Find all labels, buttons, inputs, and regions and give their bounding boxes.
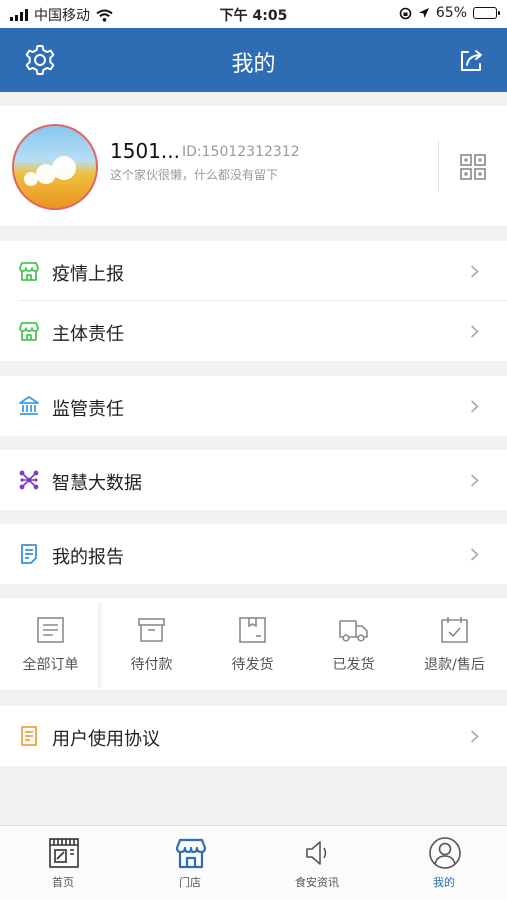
avatar-dandelion — [52, 156, 76, 180]
tab-bar: 首页 门店 食安资讯 我的 — [0, 825, 507, 900]
tab-label: 食安资讯 — [295, 876, 339, 889]
order-label: 已发货 — [332, 657, 375, 673]
orientation-lock-icon — [399, 7, 412, 19]
tab-label: 我的 — [433, 876, 455, 889]
battery-percent: 65% — [435, 5, 467, 21]
order-shipped[interactable]: 已发货 — [303, 598, 404, 690]
page-title: 我的 — [231, 52, 276, 77]
profile-id: ID:15012312312 — [182, 144, 300, 160]
avatar-dandelion — [24, 172, 38, 186]
menu-item-label: 主体责任 — [52, 324, 124, 345]
menu-item-supervision-responsibility[interactable]: 监管责任 — [0, 376, 507, 436]
tab-label: 首页 — [52, 876, 74, 889]
shop-awning-icon — [175, 838, 207, 869]
orders-strip: 全部订单 待付款 待发货 已发货 退款/售后 — [0, 598, 507, 690]
menu-item-epidemic-report[interactable]: 疫情上报 — [0, 241, 507, 301]
menu-item-big-data[interactable]: 智慧大数据 — [0, 450, 507, 510]
menu-item-subject-responsibility[interactable]: 主体责任 — [0, 301, 507, 361]
shop-icon — [19, 262, 39, 281]
tab-mine[interactable]: 我的 — [381, 826, 507, 900]
chevron-right-icon — [470, 325, 479, 338]
user-profile-icon — [429, 837, 461, 869]
order-label: 待发货 — [231, 657, 274, 673]
order-all[interactable]: 全部订单 — [0, 598, 101, 690]
order-label: 全部订单 — [22, 657, 79, 673]
order-pending-payment[interactable]: 待付款 — [101, 598, 202, 690]
qr-code-icon[interactable] — [459, 153, 487, 181]
status-bar: 中国移动 下午 4:05 65% — [0, 0, 507, 28]
order-refund-aftersale[interactable]: 退款/售后 — [404, 598, 505, 690]
chevron-right-icon — [470, 400, 479, 413]
chevron-right-icon — [470, 265, 479, 278]
profile-divider — [438, 140, 439, 192]
profile-card[interactable]: 1501... ID:15012312312 这个家伙很懒，什么都没有留下 — [0, 106, 507, 226]
chevron-right-icon — [470, 474, 479, 487]
agreement-document-icon — [21, 726, 37, 746]
package-icon — [239, 617, 266, 643]
order-label: 待付款 — [130, 657, 173, 673]
avatar[interactable] — [12, 124, 98, 210]
order-label: 退款/售后 — [424, 657, 485, 673]
profile-signature: 这个家伙很懒，什么都没有留下 — [110, 168, 279, 182]
government-building-icon — [19, 396, 39, 415]
tab-home[interactable]: 首页 — [0, 826, 126, 900]
chevron-right-icon — [470, 730, 479, 743]
tab-food-safety-news[interactable]: 食安资讯 — [254, 826, 380, 900]
profile-name: 1501... — [110, 139, 180, 163]
payment-box-icon — [138, 618, 165, 642]
menu-item-label: 我的报告 — [52, 547, 124, 568]
storefront-home-icon — [49, 838, 79, 868]
menu-item-label: 智慧大数据 — [52, 473, 142, 494]
location-arrow-icon — [418, 8, 429, 18]
chevron-right-icon — [470, 548, 479, 561]
calendar-check-icon — [441, 617, 468, 643]
menu-item-label: 疫情上报 — [52, 264, 124, 285]
menu-item-my-report[interactable]: 我的报告 — [0, 524, 507, 584]
order-list-icon — [37, 617, 64, 643]
tab-store[interactable]: 门店 — [127, 826, 253, 900]
menu-item-user-agreement[interactable]: 用户使用协议 — [0, 706, 507, 766]
order-pending-shipment[interactable]: 待发货 — [202, 598, 303, 690]
network-nodes-icon — [19, 470, 39, 490]
share-icon[interactable] — [455, 44, 487, 76]
report-document-icon — [21, 544, 37, 564]
status-right: 65% — [399, 5, 500, 21]
menu-item-label: 监管责任 — [52, 399, 124, 420]
shop-icon — [19, 322, 39, 341]
tab-label: 门店 — [179, 876, 201, 889]
nav-bar: 我的 — [0, 28, 507, 92]
truck-icon — [339, 620, 368, 642]
speaker-icon — [306, 841, 327, 865]
battery-icon — [473, 7, 500, 19]
menu-item-label: 用户使用协议 — [52, 729, 160, 750]
